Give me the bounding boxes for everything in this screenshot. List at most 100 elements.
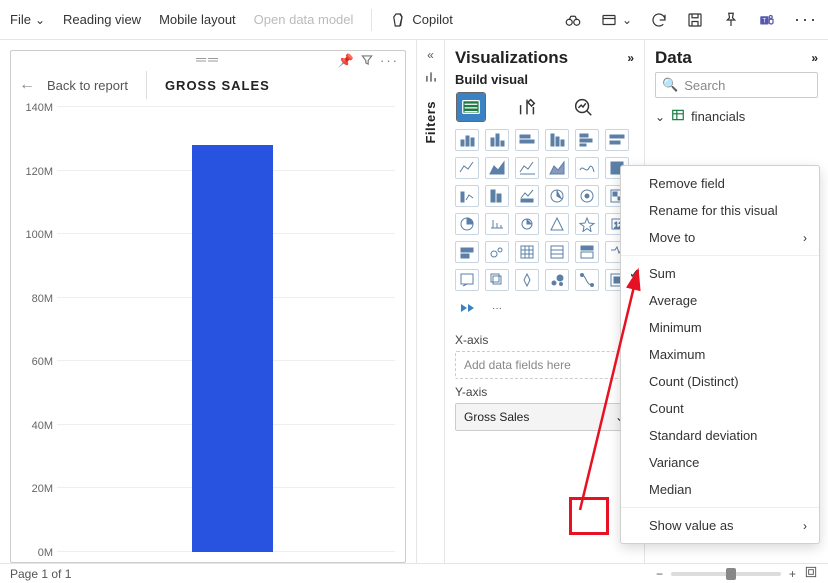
viz-type-icon[interactable] (515, 129, 539, 151)
teams-icon[interactable]: T (758, 11, 776, 29)
zoom-out-button[interactable]: − (656, 567, 663, 581)
menu-stddev[interactable]: Standard deviation (621, 422, 819, 449)
collapse-icon[interactable]: » (627, 51, 634, 65)
menu-divider (621, 255, 819, 256)
filter-icon[interactable] (360, 53, 374, 70)
separator (371, 9, 372, 31)
expand-icon[interactable]: « (427, 48, 434, 62)
visualizations-pane: Visualizations » Build visual 123··· X-a… (445, 40, 645, 563)
binoculars-icon[interactable] (564, 11, 582, 29)
viz-type-icon[interactable] (605, 129, 629, 151)
menu-median[interactable]: Median (621, 476, 819, 503)
back-to-report[interactable]: Back to report (47, 78, 128, 93)
chevron-right-icon: › (803, 231, 807, 245)
copilot-button[interactable]: Copilot (390, 11, 452, 29)
viz-type-icon[interactable] (575, 269, 599, 291)
table-icon (671, 108, 685, 125)
zoom-in-button[interactable]: + (789, 567, 796, 581)
pin-icon[interactable] (722, 11, 740, 29)
viz-type-icon[interactable]: ··· (485, 297, 509, 319)
viz-type-icon[interactable] (545, 157, 569, 179)
more-icon[interactable]: ··· (380, 53, 399, 70)
tile-drag-handle[interactable]: ══ 📌 ··· (11, 51, 405, 69)
chevron-down-icon: ⌄ (655, 110, 665, 124)
pin-icon[interactable]: 📌 (338, 53, 354, 70)
viz-type-icon[interactable] (575, 129, 599, 151)
menu-count-distinct[interactable]: Count (Distinct) (621, 368, 819, 395)
x-axis-well[interactable]: Add data fields here (455, 351, 634, 379)
viz-type-icon[interactable] (455, 269, 479, 291)
top-toolbar: File ⌄ Reading view Mobile layout Open d… (0, 0, 828, 40)
menu-sum[interactable]: Sum (621, 260, 819, 287)
copilot-icon (390, 11, 408, 29)
viz-type-icon[interactable] (485, 269, 509, 291)
menu-variance[interactable]: Variance (621, 449, 819, 476)
filters-label: Filters (423, 101, 438, 144)
page-indicator: Page 1 of 1 (10, 567, 71, 581)
menu-remove-field[interactable]: Remove field (621, 170, 819, 197)
build-visual-mode[interactable] (457, 93, 485, 121)
format-visual-mode[interactable] (513, 93, 541, 121)
file-label: File (10, 12, 31, 27)
viz-type-icon[interactable] (575, 213, 599, 235)
viz-type-icon[interactable] (515, 269, 539, 291)
mobile-layout-button[interactable]: Mobile layout (159, 12, 236, 27)
chevron-right-icon: › (803, 519, 807, 533)
viz-type-icon[interactable] (485, 241, 509, 263)
viz-type-icon[interactable] (455, 185, 479, 207)
viz-type-icon[interactable] (545, 269, 569, 291)
viz-type-icon[interactable] (545, 241, 569, 263)
fit-to-page-icon[interactable] (804, 565, 818, 582)
viz-type-icon[interactable] (545, 129, 569, 151)
menu-maximum[interactable]: Maximum (621, 341, 819, 368)
viz-type-icon[interactable] (515, 185, 539, 207)
viz-type-icon[interactable] (485, 157, 509, 179)
visual-dropdown[interactable]: ⌄ (600, 11, 632, 29)
refresh-icon[interactable] (650, 11, 668, 29)
viz-type-icon[interactable] (545, 213, 569, 235)
back-arrow-icon[interactable]: ← (19, 76, 35, 94)
build-visual-label: Build visual (455, 72, 634, 87)
viz-type-icon[interactable] (515, 157, 539, 179)
viz-type-icon[interactable] (455, 157, 479, 179)
collapse-icon[interactable]: » (811, 51, 818, 65)
menu-minimum[interactable]: Minimum (621, 314, 819, 341)
bar[interactable] (192, 145, 273, 552)
svg-text:T: T (763, 18, 767, 24)
viz-type-icon[interactable] (455, 241, 479, 263)
viz-type-icon[interactable] (455, 213, 479, 235)
reading-view-button[interactable]: Reading view (63, 12, 141, 27)
viz-type-icon[interactable] (575, 241, 599, 263)
data-search[interactable]: 🔍 Search (655, 72, 818, 98)
viz-type-icon[interactable] (485, 129, 509, 151)
y-tick-label: 20M (32, 483, 53, 495)
file-menu[interactable]: File ⌄ (10, 12, 45, 27)
viz-type-icon[interactable] (515, 241, 539, 263)
menu-average[interactable]: Average (621, 287, 819, 314)
zoom-slider[interactable] (671, 572, 781, 576)
menu-move-to[interactable]: Move to› (621, 224, 819, 251)
viz-type-icon[interactable] (575, 185, 599, 207)
viz-type-icon[interactable] (575, 157, 599, 179)
data-table-row[interactable]: ⌄ financials (655, 106, 818, 127)
filters-collapsed-pane[interactable]: « Filters (417, 40, 445, 563)
viz-type-icon[interactable] (545, 185, 569, 207)
more-icon[interactable]: ··· (794, 9, 818, 30)
viz-type-icon[interactable] (485, 213, 509, 235)
y-axis-well[interactable]: Gross Sales ⌄ (455, 403, 634, 431)
x-axis-label: X-axis (455, 333, 634, 347)
viz-type-icon[interactable] (455, 129, 479, 151)
analytics-mode[interactable] (569, 93, 597, 121)
y-tick-label: 140M (25, 102, 53, 114)
y-tick-label: 100M (25, 229, 53, 241)
report-visual-tile[interactable]: ══ 📌 ··· ← Back to report GROSS SALES 0M… (10, 50, 406, 563)
viz-type-icon[interactable] (455, 297, 479, 319)
data-title: Data (655, 48, 692, 68)
menu-rename[interactable]: Rename for this visual (621, 197, 819, 224)
viz-type-icon[interactable] (485, 185, 509, 207)
viz-type-icon[interactable] (515, 213, 539, 235)
menu-show-value-as[interactable]: Show value as› (621, 512, 819, 539)
chart-area: 0M20M40M60M80M100M120M140M (11, 101, 405, 562)
menu-count[interactable]: Count (621, 395, 819, 422)
save-icon[interactable] (686, 11, 704, 29)
